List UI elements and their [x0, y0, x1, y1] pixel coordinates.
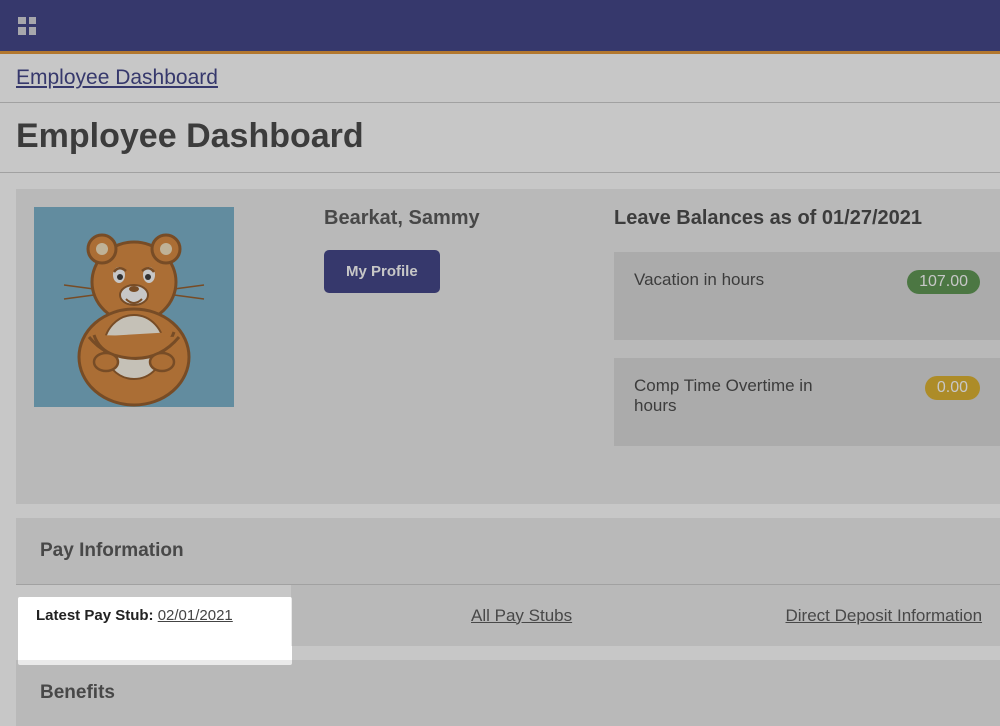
employee-name: Bearkat, Sammy [324, 207, 614, 230]
all-pay-stubs-link[interactable]: All Pay Stubs [471, 606, 572, 625]
breadcrumb-link[interactable]: Employee Dashboard [16, 66, 218, 89]
leave-value-badge: 0.00 [925, 376, 980, 400]
leave-row-vacation[interactable]: Vacation in hours 107.00 [614, 252, 1000, 340]
my-profile-button[interactable]: My Profile [324, 250, 440, 293]
employee-card: Bearkat, Sammy My Profile Leave Balances… [16, 189, 1000, 504]
apps-icon[interactable] [18, 17, 36, 35]
top-bar [0, 0, 1000, 54]
leave-label: Comp Time Overtime in hours [634, 376, 834, 416]
latest-pay-stub: Latest Pay Stub: 02/01/2021 [16, 585, 291, 646]
benefits-section: Benefits [16, 660, 1000, 726]
direct-deposit-link[interactable]: Direct Deposit Information [786, 606, 983, 625]
pay-information-header: Pay Information [16, 518, 1000, 585]
latest-pay-stub-link[interactable]: 02/01/2021 [158, 607, 233, 624]
page-title: Employee Dashboard [16, 117, 984, 156]
page-title-bar: Employee Dashboard [0, 103, 1000, 173]
benefits-header: Benefits [16, 660, 1000, 726]
leave-label: Vacation in hours [634, 270, 764, 290]
latest-pay-stub-label: Latest Pay Stub: [36, 607, 154, 624]
leave-row-comptime[interactable]: Comp Time Overtime in hours 0.00 [614, 358, 1000, 446]
avatar [34, 207, 234, 407]
leave-value-badge: 107.00 [907, 270, 980, 294]
breadcrumb: Employee Dashboard [0, 54, 1000, 103]
leave-balances-title: Leave Balances as of 01/27/2021 [614, 207, 1000, 230]
pay-information-section: Pay Information Latest Pay Stub: 02/01/2… [16, 518, 1000, 646]
